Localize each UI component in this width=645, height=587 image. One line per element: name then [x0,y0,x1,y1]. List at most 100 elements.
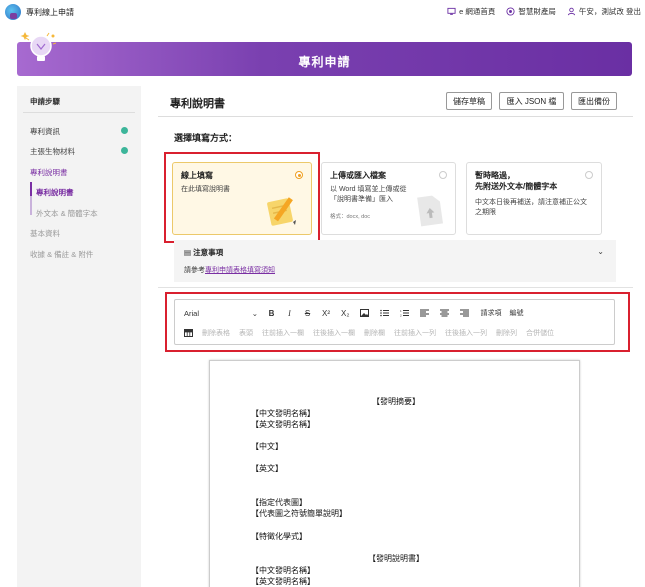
save-draft-button[interactable]: 儲存草稿 [446,92,492,110]
toolbar-row-formatting: Arial ⌄ B I S X² X₂ 12 請求項 編號 [184,306,608,320]
option-skip-title-2: 先附送外文本/簡體字本 [475,181,557,192]
toolbar-row-table: 刪除表格 表頭 往前插入一欄 往後插入一欄 刪除欄 往前插入一列 往後插入一列 … [184,327,608,339]
doc-line: 【英文】 [251,463,283,474]
delete-table-button[interactable]: 刪除表格 [202,328,230,338]
option-skip-desc-2: 之期限 [475,208,496,218]
doc-heading-specification: 【發明說明書】 [368,553,424,564]
notice-body: 請參考專利申請表格填寫須知 [184,265,275,275]
sidebar-item-basic-info[interactable]: 基本資料 [30,228,60,239]
file-upload-icon [415,192,445,228]
delete-row-button[interactable]: 刪除列 [496,328,517,338]
user-icon [567,7,576,16]
sidebar-divider [23,112,135,113]
app-logo-icon[interactable] [5,4,21,20]
subscript-button[interactable]: X₂ [341,309,349,318]
option-upload-file[interactable]: 上傳或匯入檔案 以 Word 填寫並上傳或從 「說明書準備」匯入 格式：docx… [321,162,456,235]
export-backup-button[interactable]: 匯出備份 [571,92,617,110]
option-skip-title-1: 暫時略過， [475,170,515,181]
sidebar-subitem-specification[interactable]: 專利說明書 [36,187,74,198]
sidebar-subitem-foreign-text[interactable]: 外文本 & 簡體字本 [36,208,98,219]
banner-title: 專利申請 [17,53,632,70]
svg-text:2: 2 [400,314,402,318]
tipo-link-label: 智慧財產局 [518,6,556,17]
bold-button[interactable]: B [268,309,275,318]
insert-row-before-button[interactable]: 往前插入一列 [394,328,436,338]
check-circle-icon [121,147,128,154]
page-banner: 專利申請 [17,42,632,76]
doc-line: 【代表圖之符號簡單說明】 [251,508,347,519]
home-link[interactable]: e 網通首頁 [447,6,495,17]
check-circle-icon [121,127,128,134]
choose-method-label: 選擇填寫方式： [174,131,237,144]
table-header-button[interactable]: 表頭 [239,328,253,338]
editor-toolbar: Arial ⌄ B I S X² X₂ 12 請求項 編號 刪除表格 表頭 往前… [174,299,615,345]
image-icon[interactable] [360,309,369,317]
note-icon: ▤ [184,248,193,257]
option-upload-radio[interactable] [439,171,447,179]
user-logout-label: 午安，測試改 登出 [579,6,641,17]
numbering-button[interactable]: 編號 [509,308,523,318]
doc-line: 【中文發明名稱】 [251,408,315,419]
option-upload-title: 上傳或匯入檔案 [330,170,386,181]
sidebar-item-biomaterial[interactable]: 主張生物材料 [30,146,75,157]
option-skip[interactable]: 暫時略過， 先附送外文本/簡體字本 中文本日後再補送，請注意補正公文 之期限 [466,162,602,235]
strikethrough-button[interactable]: S [304,309,311,318]
chevron-down-icon: ⌄ [252,309,258,318]
doc-line: 【英文發明名稱】 [251,419,315,430]
claim-button[interactable]: 請求項 [480,308,501,318]
insert-column-before-button[interactable]: 往前插入一欄 [262,328,304,338]
option-skip-desc-1: 中文本日後再補送，請注意補正公文 [475,198,587,208]
numbered-list-icon[interactable]: 12 [400,309,409,317]
sidebar-heading: 申請步驟 [30,96,60,107]
doc-line: 【中文】 [251,441,283,452]
import-json-button[interactable]: 匯入 JSON 檔 [499,92,564,110]
sidebar-subnav-indicator [30,182,32,196]
align-right-icon[interactable] [460,309,469,317]
italic-button[interactable]: I [286,309,293,318]
sidebar-item-specification[interactable]: 專利說明書 [30,167,68,178]
doc-line: 【特徵化學式】 [251,531,307,542]
doc-line: 【指定代表圖】 [251,497,307,508]
notice-panel[interactable]: ▤ 注意事項 ⌄ 請參考專利申請表格填寫須知 [174,240,616,282]
org-logo-icon [506,7,515,16]
option-skip-radio[interactable] [585,171,593,179]
sidebar-item-patent-info[interactable]: 專利資訊 [30,126,60,137]
insert-column-after-button[interactable]: 往後插入一欄 [313,328,355,338]
notice-title: ▤ 注意事項 [184,247,223,258]
tipo-link[interactable]: 智慧財產局 [506,6,556,17]
top-links: e 網通首頁 智慧財產局 午安，測試改 登出 [447,6,641,17]
section-divider [158,287,633,288]
sidebar: 申請步驟 專利資訊 主張生物材料 專利說明書 專利說明書 外文本 & 簡體字本 … [17,86,141,587]
insert-row-after-button[interactable]: 往後插入一列 [445,328,487,338]
option-upload-desc-1: 以 Word 填寫並上傳或從 [330,185,407,195]
doc-line: 【英文發明名稱】 [251,576,315,587]
document-editor[interactable]: 【發明摘要】 【中文發明名稱】 【英文發明名稱】 【中文】 【英文】 【指定代表… [209,360,580,587]
align-left-icon[interactable] [420,309,429,317]
font-select-value: Arial [184,309,199,318]
merge-cells-button[interactable]: 合併儲位 [526,328,554,338]
superscript-button[interactable]: X² [322,309,330,318]
top-bar: 專利線上申請 e 網通首頁 智慧財產局 午安，測試改 登出 [0,0,645,26]
option-upload-desc-2: 「說明書準備」匯入 [330,195,393,205]
notice-prefix: 請參考 [184,267,205,274]
user-logout-link[interactable]: 午安，測試改 登出 [567,6,641,17]
home-link-label: e 網通首頁 [459,6,495,17]
svg-text:1: 1 [400,309,402,313]
app-title[interactable]: 專利線上申請 [26,7,74,18]
highlight-online-option [164,152,320,243]
guide-link[interactable]: 專利申請表格填寫須知 [205,267,275,274]
bullet-list-icon[interactable] [380,309,389,317]
page-title: 專利說明書 [170,95,225,111]
doc-heading-abstract: 【發明摘要】 [372,396,420,407]
header-divider [158,116,633,117]
chevron-down-icon[interactable]: ⌄ [597,247,604,256]
table-icon[interactable] [184,329,193,337]
delete-column-button[interactable]: 刪除欄 [364,328,385,338]
option-upload-format-note: 格式：docx, doc [330,212,370,220]
align-center-icon[interactable] [440,309,449,317]
monitor-icon [447,7,456,16]
font-select[interactable]: Arial ⌄ [184,309,258,318]
lightbulb-icon [17,28,59,70]
notice-title-text: 注意事項 [193,248,223,257]
sidebar-item-receipt-notes[interactable]: 收據 & 備註 & 附件 [30,249,93,260]
